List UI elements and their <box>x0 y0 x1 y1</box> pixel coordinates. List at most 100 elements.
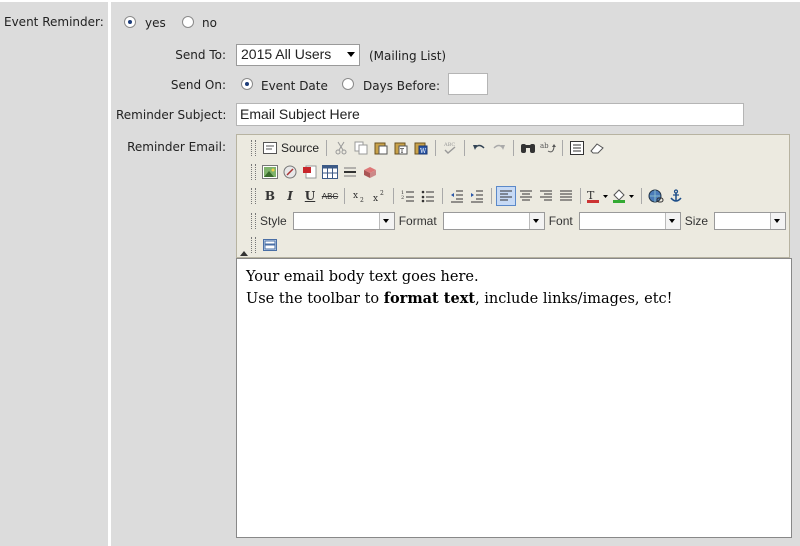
toolbar-grip <box>251 237 256 253</box>
event-reminder-yes-label: yes <box>145 16 166 30</box>
link-icon[interactable] <box>646 186 666 206</box>
underline-button[interactable]: U <box>300 186 320 206</box>
email-body-bold-text: format text <box>383 290 476 307</box>
copy-icon[interactable] <box>351 138 371 158</box>
find-icon[interactable] <box>518 138 538 158</box>
justify-icon[interactable] <box>556 186 576 206</box>
chevron-down-icon <box>528 213 544 229</box>
toolbar-separator <box>464 140 466 156</box>
toolbar-row-1: Source T W ABC ab <box>251 137 607 159</box>
font-combo-label: Font <box>548 214 573 228</box>
days-before-input[interactable] <box>448 73 488 95</box>
reminder-subject-input[interactable]: Email Subject Here <box>236 103 744 126</box>
source-label: Source <box>281 141 320 155</box>
source-icon <box>263 142 277 154</box>
event-reminder-yes-radio[interactable] <box>124 16 136 28</box>
font-dropdown[interactable] <box>578 212 681 230</box>
italic-button[interactable]: I <box>280 186 300 206</box>
send-to-label: Send To: <box>175 48 226 62</box>
toolbar-separator <box>491 188 492 204</box>
days-before-radio[interactable] <box>342 78 354 90</box>
outdent-icon[interactable] <box>447 186 467 206</box>
left-column <box>0 2 108 546</box>
toolbar-grip <box>251 188 256 204</box>
remove-format-icon[interactable] <box>587 138 607 158</box>
toolbar-separator <box>442 188 443 204</box>
redo-icon[interactable] <box>489 138 509 158</box>
email-body-editor[interactable]: Your email body text goes here. Use the … <box>236 258 792 538</box>
mailing-list-note: (Mailing List) <box>369 49 447 63</box>
undo-icon[interactable] <box>469 138 489 158</box>
strikethrough-button[interactable]: ABC <box>320 186 340 206</box>
toolbar-grip <box>251 140 256 156</box>
chevron-down-icon <box>378 213 394 229</box>
subscript-icon[interactable]: x2 <box>349 186 369 206</box>
source-button[interactable]: Source <box>260 138 322 158</box>
format-combo-label: Format <box>398 214 437 228</box>
toolbar-grip <box>251 164 256 180</box>
send-on-label: Send On: <box>170 78 226 92</box>
show-blocks-icon[interactable] <box>260 235 280 255</box>
toolbar-row-2 <box>251 161 380 183</box>
format-dropdown[interactable] <box>442 212 545 230</box>
spellcheck-icon[interactable]: ABC <box>440 138 460 158</box>
text-color-icon[interactable]: T <box>585 186 611 206</box>
style-combo-label: Style <box>260 214 287 228</box>
email-body-line-2-post: , include links/images, etc! <box>475 291 673 307</box>
replace-icon[interactable]: ab <box>538 138 558 158</box>
event-reminder-no-label: no <box>202 16 217 30</box>
toolbar-grip <box>251 213 256 229</box>
event-reminder-label: Event Reminder: <box>4 15 104 29</box>
align-left-icon[interactable] <box>496 186 516 206</box>
toolbar-row-5 <box>251 234 280 256</box>
toolbar-separator <box>562 140 564 156</box>
rich-text-editor: Source T W ABC ab B I U ABC x 2 x 2 1 2 … <box>236 134 792 538</box>
size-combo-label: Size <box>684 214 709 228</box>
special-char-icon[interactable] <box>360 162 380 182</box>
event-date-radio[interactable] <box>241 78 253 90</box>
toolbar-row-4: Style Format Font Size <box>251 210 787 232</box>
toolbar-separator <box>393 188 394 204</box>
image-icon[interactable] <box>260 162 280 182</box>
toolbar-separator <box>344 188 345 204</box>
horizontal-rule-icon[interactable] <box>340 162 360 182</box>
toolbar-separator <box>641 188 642 204</box>
collapse-toolbar-icon[interactable] <box>240 251 248 256</box>
event-reminder-no-radio[interactable] <box>182 16 194 28</box>
mailing-list-select[interactable]: 2015 All Users <box>236 44 360 66</box>
bulleted-list-icon[interactable] <box>418 186 438 206</box>
toolbar-separator <box>580 188 581 204</box>
mailing-list-select-value: 2015 All Users <box>241 46 332 62</box>
indent-icon[interactable] <box>467 186 487 206</box>
svg-text:x: x <box>373 194 378 203</box>
toolbar-separator <box>326 140 328 156</box>
toolbar-separator <box>513 140 515 156</box>
paste-text-icon[interactable]: T <box>391 138 411 158</box>
toolbar-separator <box>435 140 437 156</box>
svg-text:x: x <box>353 191 358 201</box>
anchor-icon[interactable] <box>666 186 686 206</box>
align-right-icon[interactable] <box>536 186 556 206</box>
svg-text:ab: ab <box>540 142 549 150</box>
table-icon[interactable] <box>320 162 340 182</box>
paste-icon[interactable] <box>371 138 391 158</box>
superscript-icon[interactable]: x2 <box>369 186 389 206</box>
bold-button[interactable]: B <box>260 186 280 206</box>
flash-icon[interactable] <box>280 162 300 182</box>
size-dropdown[interactable] <box>714 212 787 230</box>
cut-icon[interactable] <box>331 138 351 158</box>
paste-word-icon[interactable]: W <box>411 138 431 158</box>
pdf-icon[interactable] <box>300 162 320 182</box>
chevron-down-icon <box>347 52 355 57</box>
chevron-down-icon <box>770 213 786 229</box>
select-all-icon[interactable] <box>567 138 587 158</box>
toolbar-row-3: B I U ABC x2 x2 12 T <box>251 185 686 207</box>
svg-text:2: 2 <box>360 197 364 203</box>
days-before-label: Days Before: <box>363 79 441 93</box>
style-dropdown[interactable] <box>292 212 395 230</box>
background-color-icon[interactable] <box>611 186 637 206</box>
align-center-icon[interactable] <box>516 186 536 206</box>
numbered-list-icon[interactable]: 12 <box>398 186 418 206</box>
svg-text:W: W <box>420 148 427 155</box>
email-body-line-1: Your email body text goes here. <box>246 269 479 285</box>
